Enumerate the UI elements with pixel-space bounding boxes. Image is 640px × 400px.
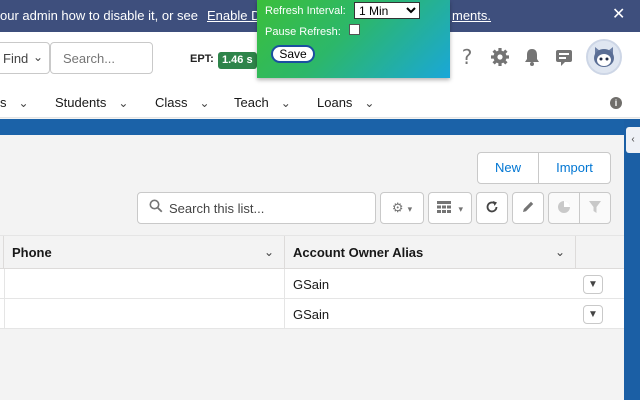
edit-button[interactable] [512,192,544,224]
chevron-down-icon[interactable]: ⌄ [364,96,374,110]
charts-button[interactable] [548,192,580,224]
nav-item-students[interactable]: Students ⌄ [55,95,128,110]
nav-item-label: Teach [234,95,269,110]
chevron-down-icon[interactable]: ⌄ [200,96,210,110]
cell-divider [4,269,5,299]
help-icon[interactable]: ? [455,45,479,70]
row-actions-dropdown[interactable]: ▼ [583,275,603,294]
refresh-icon [485,200,499,215]
chevron-down-icon[interactable]: ⌄ [19,96,29,110]
utility-sidebar: ‹ [624,119,640,400]
search-icon [149,199,163,216]
owner-alias-cell: GSain [293,277,330,292]
nav-item-1[interactable]: s ⌄ [0,95,29,110]
table-row[interactable]: GSain ▼ [0,299,624,329]
table-icon [436,200,455,215]
banner-message: our admin how to disable it, or see [0,8,198,23]
cell-divider [284,299,285,329]
save-button[interactable]: Save [271,45,315,63]
new-button[interactable]: New [477,152,539,184]
import-button[interactable]: Import [538,152,611,184]
nav-item-label: Students [55,95,107,110]
chevron-down-icon[interactable]: ⌄ [281,96,291,110]
table-header: Phone ⌄ Account Owner Alias ⌄ [0,235,624,269]
chevron-down-icon: ⌄ [33,50,44,64]
info-icon[interactable]: i [610,97,622,109]
list-search-input[interactable]: Search this list... [137,192,376,224]
pause-refresh-checkbox[interactable] [349,24,360,35]
list-settings-button[interactable]: ⚙ ▾ [380,192,424,224]
cell-divider [284,269,285,299]
ept-value-badge: 1.46 s [218,52,257,69]
pause-refresh-label: Pause Refresh: [265,26,341,38]
nav-item-class[interactable]: Class ⌄ [155,95,210,110]
nav-item-label: Class [155,95,188,110]
filter-icon [588,200,602,215]
pencil-icon [521,200,535,215]
notifications-bell-icon[interactable] [520,46,544,70]
nav-item-label: Loans [317,95,353,110]
list-search-placeholder: Search this list... [169,201,265,216]
banner-documents-link[interactable]: ments. [452,8,491,23]
nav-item-label: s [0,95,7,110]
refresh-interval-select[interactable]: 1 Min [354,2,420,19]
list-view-card: New Import Search this list... ⚙ ▾ ▾ Pho… [0,135,624,400]
svg-text:?: ? [462,46,473,68]
chevron-left-icon[interactable]: ‹ [626,127,640,153]
global-search-input[interactable] [50,42,153,74]
column-header-phone[interactable]: Phone ⌄ [4,236,285,269]
chevron-down-icon: ▾ [407,204,413,214]
column-header-account-owner-alias[interactable]: Account Owner Alias ⌄ [285,236,576,269]
refresh-interval-label: Refresh Interval: [265,5,346,17]
gear-icon[interactable] [488,46,512,70]
chevron-down-icon[interactable]: ⌄ [118,96,128,110]
row-actions-dropdown[interactable]: ▼ [583,305,603,324]
chevron-down-icon: ▾ [458,204,464,214]
ept-label: EPT: [190,53,214,65]
chevron-down-icon[interactable]: ⌄ [264,245,274,259]
filter-button[interactable] [579,192,611,224]
nav-item-teach[interactable]: Teach ⌄ [234,95,291,110]
user-avatar[interactable] [586,39,622,75]
display-as-table-button[interactable]: ▾ [428,192,472,224]
banner-enable-link[interactable]: Enable D [207,8,260,23]
app-nav-bar: s ⌄ Students ⌄ Class ⌄ Teach ⌄ Loans ⌄ i [0,88,640,118]
gear-icon: ⚙ [391,200,404,215]
nav-item-loans[interactable]: Loans ⌄ [317,95,374,110]
close-icon[interactable]: ✕ [612,6,625,24]
search-scope-select[interactable]: Find ⌄ [0,42,50,74]
column-header-label: Account Owner Alias [293,245,424,260]
chevron-down-icon[interactable]: ⌄ [555,245,565,259]
pie-chart-icon [557,200,571,215]
owner-alias-cell: GSain [293,307,330,322]
auto-refresh-popup: Refresh Interval: 1 Min Pause Refresh: S… [257,0,450,78]
table-row[interactable]: GSain ▼ [0,269,624,299]
refresh-button[interactable] [476,192,508,224]
brand-band [0,119,640,135]
cell-divider [4,299,5,329]
column-header-label: Phone [12,245,52,260]
news-feed-icon[interactable] [552,46,576,70]
search-scope-label: Find [3,51,29,66]
